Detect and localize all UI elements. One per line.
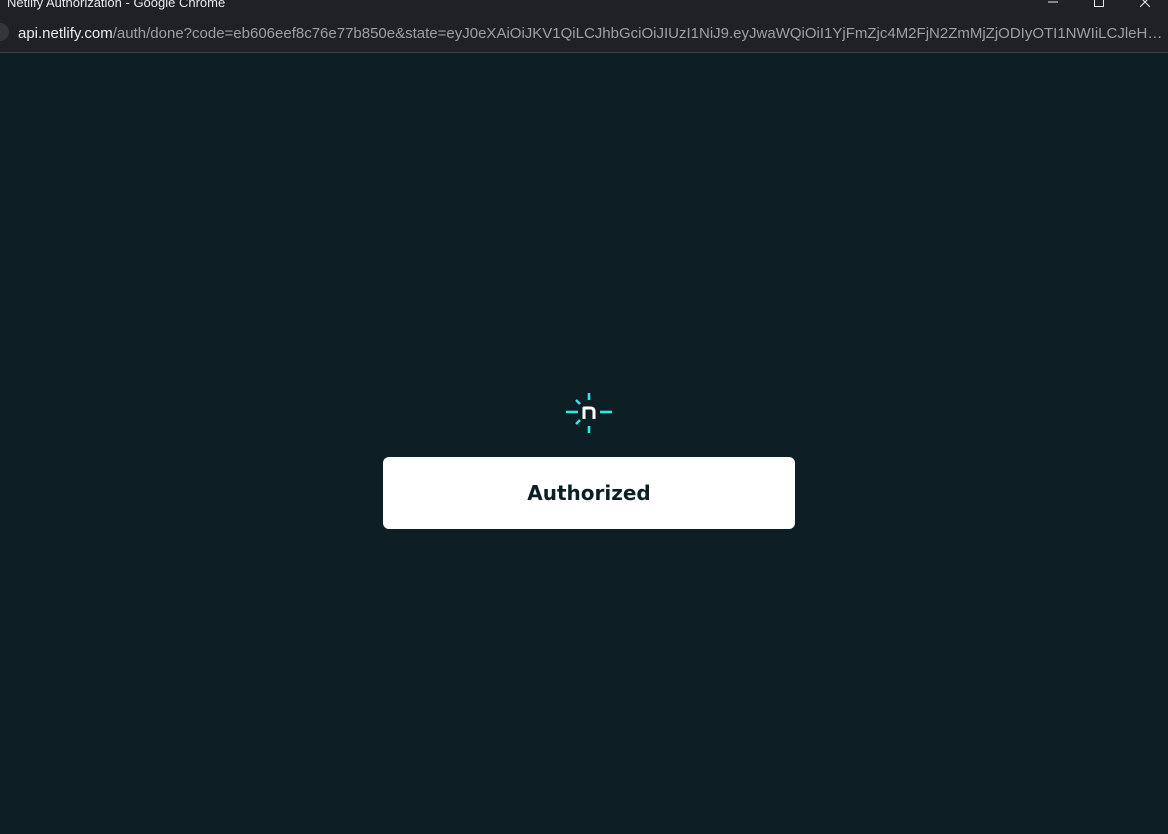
minimize-button[interactable]: [1030, 0, 1076, 12]
status-card: Authorized: [383, 457, 795, 529]
minimize-icon: [1048, 1, 1058, 3]
maximize-icon: [1094, 0, 1104, 7]
url-text[interactable]: api.netlify.com/auth/done?code=eb606eef8…: [18, 25, 1163, 43]
site-info-icon[interactable]: [0, 23, 9, 41]
close-button[interactable]: [1122, 0, 1168, 12]
window-title: Netlify Authorization - Google Chrome: [7, 0, 226, 10]
url-host: api.netlify.com: [18, 25, 113, 42]
status-text: Authorized: [527, 481, 651, 505]
window-titlebar: Netlify Authorization - Google Chrome: [0, 0, 1168, 14]
page-content: [0, 53, 1168, 834]
netlify-logo: [566, 393, 612, 433]
maximize-button[interactable]: [1076, 0, 1122, 12]
url-path: /auth/done?code=eb606eef8c76e77b850e&sta…: [112, 25, 1163, 42]
window-controls: [1030, 0, 1168, 12]
close-icon: [1140, 0, 1150, 7]
address-bar[interactable]: api.netlify.com/auth/done?code=eb606eef8…: [0, 14, 1168, 53]
